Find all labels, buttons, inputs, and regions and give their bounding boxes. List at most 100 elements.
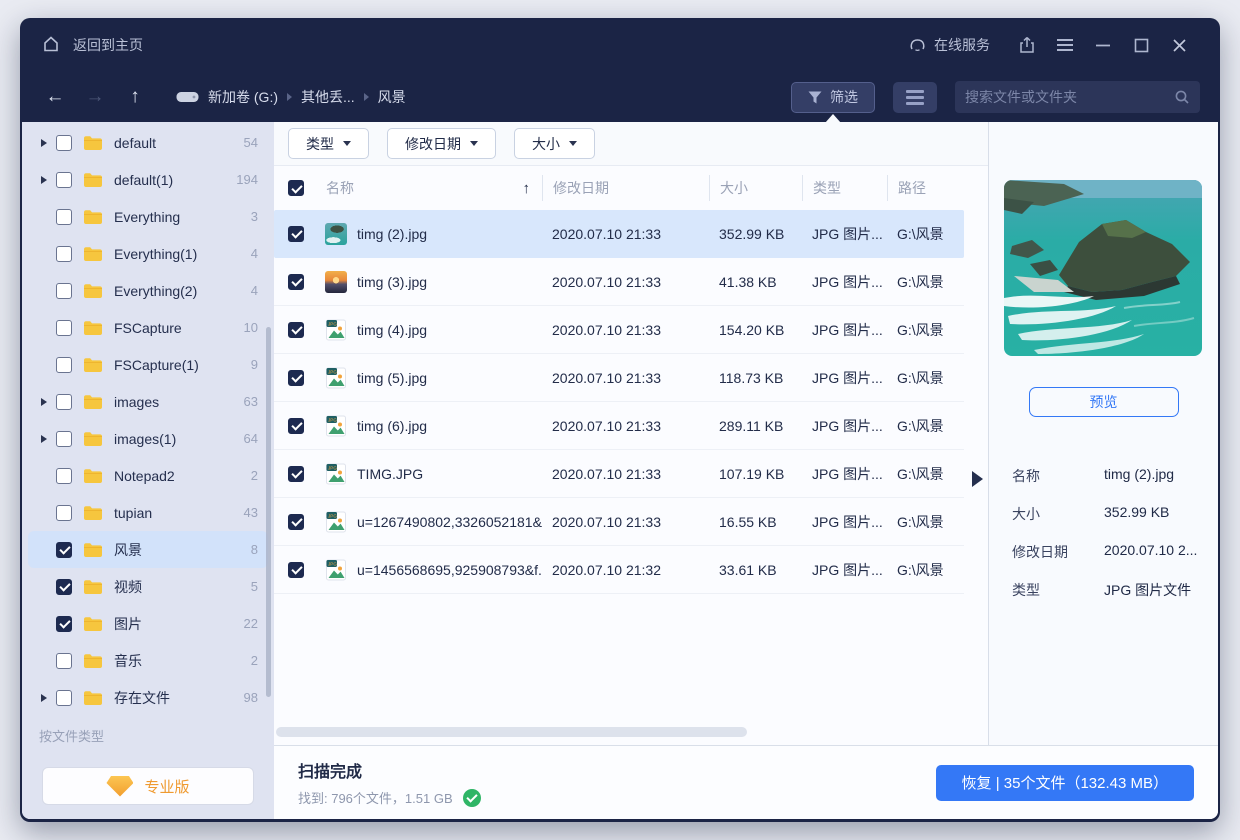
file-size: 33.61 KB: [719, 561, 777, 578]
column-header-date[interactable]: 修改日期: [542, 175, 709, 201]
preview-button[interactable]: 预览: [1028, 387, 1179, 417]
sidebar-folder-item[interactable]: FSCapture 10: [28, 309, 268, 346]
expand-caret-icon[interactable]: [41, 175, 47, 184]
sidebar-folder-item[interactable]: Notepad2 2: [28, 457, 268, 494]
maximize-button[interactable]: [1122, 30, 1160, 60]
breadcrumb-current[interactable]: 风景: [378, 87, 406, 107]
sidebar-folder-item[interactable]: images(1) 64: [28, 420, 268, 457]
sidebar-folder-item[interactable]: Everything 3: [28, 198, 268, 235]
file-name: timg (4).jpg: [357, 321, 428, 338]
table-row[interactable]: JPG u=1456568695,925908793&f... 2020.07.…: [274, 546, 964, 594]
folder-checkbox[interactable]: [56, 245, 72, 262]
breadcrumb-folder[interactable]: 其他丢...: [301, 87, 355, 107]
sidebar-folder-item[interactable]: default(1) 194: [28, 161, 268, 198]
home-icon: [42, 35, 60, 56]
preview-details: 名称 timg (2).jpg 大小 352.99 KB 修改日期 2020.0…: [1004, 466, 1203, 600]
folder-checkbox[interactable]: [56, 282, 72, 299]
column-header-type[interactable]: 类型: [802, 175, 887, 201]
table-row[interactable]: JPG timg (4).jpg 2020.07.10 21:33 154.20…: [274, 306, 964, 354]
minimize-button[interactable]: [1084, 30, 1122, 60]
sidebar-folder-item[interactable]: FSCapture(1) 9: [28, 346, 268, 383]
filter-dropdown[interactable]: 类型: [288, 128, 369, 159]
folder-checkbox[interactable]: [56, 319, 72, 336]
detail-label: 类型: [1012, 582, 1040, 598]
close-button[interactable]: [1160, 30, 1198, 60]
filter-button[interactable]: 筛选: [791, 81, 875, 123]
filter-dropdown[interactable]: 大小: [514, 128, 595, 159]
filter-dropdown[interactable]: 修改日期: [387, 128, 496, 159]
row-checkbox[interactable]: [288, 513, 304, 530]
table-row[interactable]: JPG timg (5).jpg 2020.07.10 21:33 118.73…: [274, 354, 964, 402]
column-header-path[interactable]: 路径: [887, 175, 964, 201]
select-all-checkbox[interactable]: [288, 180, 304, 196]
preview-detail-row: 名称 timg (2).jpg: [1012, 466, 1203, 486]
view-options-button[interactable]: [893, 81, 937, 113]
folder-checkbox[interactable]: [56, 356, 72, 373]
sidebar-scrollbar[interactable]: [266, 327, 271, 697]
share-button[interactable]: [1008, 30, 1046, 60]
sidebar-folder-item[interactable]: images 63: [28, 383, 268, 420]
table-row[interactable]: timg (2).jpg 2020.07.10 21:33 352.99 KB …: [274, 210, 964, 258]
search-box[interactable]: [955, 81, 1200, 113]
back-to-home[interactable]: 返回到主页: [42, 35, 143, 56]
folder-checkbox[interactable]: [56, 393, 72, 410]
sort-ascending-icon[interactable]: ↑: [523, 180, 531, 197]
expand-caret-icon[interactable]: [41, 434, 47, 443]
row-checkbox[interactable]: [288, 273, 304, 290]
folder-checkbox[interactable]: [56, 171, 72, 188]
folder-checkbox[interactable]: [56, 578, 72, 595]
folder-checkbox[interactable]: [56, 430, 72, 447]
file-thumbnail-sunset: [325, 270, 347, 293]
sidebar-folder-item[interactable]: 视频 5: [28, 568, 268, 605]
table-row[interactable]: JPG u=1267490802,3326052181&... 2020.07.…: [274, 498, 964, 546]
file-date: 2020.07.10 21:33: [552, 225, 661, 242]
folder-checkbox[interactable]: [56, 541, 72, 558]
sidebar-folder-item[interactable]: default 54: [28, 124, 268, 161]
sidebar-folder-item[interactable]: 存在文件 98: [28, 679, 268, 716]
expand-caret-icon[interactable]: [41, 397, 47, 406]
expand-caret-icon[interactable]: [41, 693, 47, 702]
search-icon[interactable]: [1174, 89, 1190, 105]
row-checkbox[interactable]: [288, 465, 304, 482]
collapse-preview-arrow[interactable]: [972, 471, 983, 487]
file-type: JPG 图片...: [812, 417, 883, 434]
table-row[interactable]: timg (3).jpg 2020.07.10 21:33 41.38 KB J…: [274, 258, 964, 306]
breadcrumb-drive[interactable]: 新加卷 (G:): [208, 87, 278, 107]
pro-version-button[interactable]: 专业版: [42, 767, 254, 805]
file-name: timg (2).jpg: [357, 225, 428, 242]
folder-checkbox[interactable]: [56, 134, 72, 151]
row-checkbox[interactable]: [288, 561, 304, 578]
folder-checkbox[interactable]: [56, 652, 72, 669]
folder-icon: [83, 357, 103, 373]
up-arrow-button[interactable]: ↑: [120, 82, 150, 112]
menu-icon[interactable]: [1046, 30, 1084, 60]
back-arrow-button[interactable]: ←: [40, 82, 70, 112]
folder-checkbox[interactable]: [56, 467, 72, 484]
filter-dropdown-label: 类型: [306, 135, 334, 152]
sidebar-folder-item[interactable]: 音乐 2: [28, 642, 268, 679]
folder-checkbox[interactable]: [56, 615, 72, 632]
table-row[interactable]: JPG timg (6).jpg 2020.07.10 21:33 289.11…: [274, 402, 964, 450]
sidebar-folder-item[interactable]: Everything(2) 4: [28, 272, 268, 309]
table-row[interactable]: JPG TIMG.JPG 2020.07.10 21:33 107.19 KB …: [274, 450, 964, 498]
search-input[interactable]: [965, 89, 1174, 105]
folder-checkbox[interactable]: [56, 689, 72, 706]
column-header-name[interactable]: 名称: [326, 178, 354, 198]
column-header-size[interactable]: 大小: [709, 175, 802, 201]
sidebar-folder-item[interactable]: 图片 22: [28, 605, 268, 642]
sidebar-folder-item[interactable]: 风景 8: [28, 531, 268, 568]
row-checkbox[interactable]: [288, 369, 304, 386]
sidebar-folder-item[interactable]: Everything(1) 4: [28, 235, 268, 272]
row-checkbox[interactable]: [288, 321, 304, 338]
titlebar: 返回到主页 在线服务: [20, 18, 1220, 72]
recover-button[interactable]: 恢复 | 35个文件（132.43 MB）: [935, 764, 1194, 801]
online-service-button[interactable]: 在线服务: [909, 35, 990, 55]
forward-arrow-button[interactable]: →: [80, 82, 110, 112]
folder-checkbox[interactable]: [56, 504, 72, 521]
expand-caret-icon[interactable]: [41, 138, 47, 147]
row-checkbox[interactable]: [288, 417, 304, 434]
sidebar-folder-item[interactable]: tupian 43: [28, 494, 268, 531]
row-checkbox[interactable]: [288, 225, 304, 242]
horizontal-scrollbar[interactable]: [276, 727, 748, 737]
folder-checkbox[interactable]: [56, 208, 72, 225]
